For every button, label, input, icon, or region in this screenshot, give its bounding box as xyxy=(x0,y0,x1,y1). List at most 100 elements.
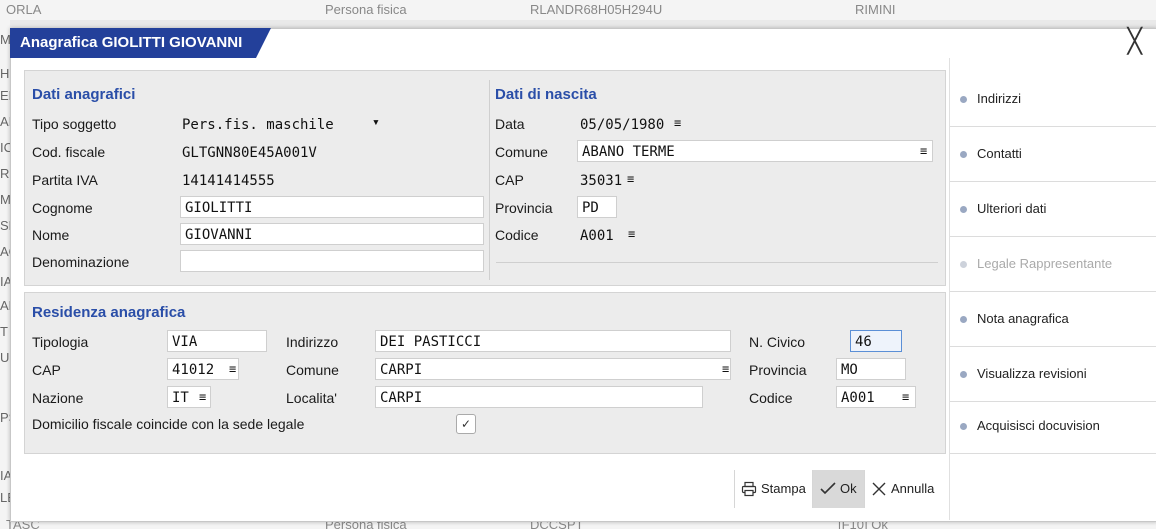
partita-iva-field[interactable]: 14141414555 xyxy=(177,169,327,191)
denominazione-label: Denominazione xyxy=(32,254,130,270)
side-menu-label: Ulteriori dati xyxy=(977,201,1047,216)
tipologia-field[interactable]: VIA xyxy=(167,330,267,352)
indirizzo-field[interactable]: DEI PASTICCI xyxy=(375,330,731,352)
nascita-codice-field[interactable]: A001 xyxy=(575,224,627,246)
cod-fiscale-field[interactable]: GLTGNN80E45A001V xyxy=(177,141,377,163)
nome-field[interactable]: GIOVANNI xyxy=(180,223,484,245)
stampa-label: Stampa xyxy=(761,481,806,496)
side-menu-label: Acquisisci docuvision xyxy=(977,418,1100,433)
domicilio-fiscale-label: Domicilio fiscale coincide con la sede l… xyxy=(32,416,305,432)
bullet-icon xyxy=(960,261,967,269)
localita-field[interactable]: CARPI xyxy=(375,386,703,408)
dialog-title: Anagrafica GIOLITTI GIOVANNI xyxy=(10,28,272,58)
background-left-column: M HI EN AI IC RE M SE AC IA AR T U PS IA… xyxy=(0,20,18,520)
lookup-icon[interactable]: ≡ xyxy=(920,144,927,158)
tipologia-label: Tipologia xyxy=(32,334,89,350)
bg-cell: RIMINI xyxy=(855,2,896,17)
bg-cell: RLANDR68H05H294U xyxy=(530,2,663,17)
nazione-label: Nazione xyxy=(32,390,84,406)
chevron-down-icon[interactable]: ▾ xyxy=(372,115,380,130)
tipo-soggetto-label: Tipo soggetto xyxy=(32,116,117,132)
lookup-icon[interactable]: ≡ xyxy=(627,172,634,186)
close-icon[interactable]: ╳ xyxy=(1128,30,1142,54)
residenza-codice-label: Codice xyxy=(749,390,793,406)
civico-label: N. Civico xyxy=(749,334,806,350)
bg-letter: U xyxy=(0,350,10,365)
section-title-dati-anagrafici: Dati anagrafici xyxy=(32,86,136,103)
lookup-icon[interactable]: ≡ xyxy=(628,227,635,241)
panel-divider xyxy=(489,80,490,280)
printer-icon xyxy=(741,481,757,497)
close-icon xyxy=(871,481,887,497)
lookup-icon[interactable]: ≡ xyxy=(229,362,236,376)
stampa-button[interactable]: Stampa xyxy=(734,470,812,508)
side-menu-divider xyxy=(949,58,950,520)
residenza-cap-label: CAP xyxy=(32,362,61,378)
bg-cell: Persona fisica xyxy=(325,2,407,17)
lookup-icon[interactable]: ≡ xyxy=(722,362,729,376)
side-menu-ulteriori-dati[interactable]: Ulteriori dati xyxy=(960,201,1046,216)
bullet-icon xyxy=(960,371,967,379)
nascita-data-field[interactable]: 05/05/1980 xyxy=(575,113,675,135)
annulla-label: Annulla xyxy=(891,481,935,496)
residenza-comune-field[interactable]: CARPI xyxy=(375,358,731,380)
localita-label: Localita' xyxy=(286,390,337,406)
side-menu-label: Nota anagrafica xyxy=(977,311,1069,326)
side-menu-separator xyxy=(950,346,1156,347)
bg-cell: ORLA xyxy=(6,2,42,17)
bullet-icon xyxy=(960,316,967,324)
bullet-icon xyxy=(960,423,967,431)
residenza-provincia-label: Provincia xyxy=(749,362,807,378)
residenza-provincia-field[interactable]: MO xyxy=(836,358,906,380)
side-menu-label: Visualizza revisioni xyxy=(977,366,1087,381)
side-menu-separator xyxy=(950,401,1156,402)
cognome-label: Cognome xyxy=(32,200,93,216)
tipo-soggetto-select[interactable]: Pers.fis. maschile xyxy=(177,113,387,135)
nascita-divider xyxy=(496,262,938,263)
residenza-comune-label: Comune xyxy=(286,362,339,378)
nascita-data-label: Data xyxy=(495,116,525,132)
side-menu-separator xyxy=(950,291,1156,292)
nascita-comune-label: Comune xyxy=(495,144,548,160)
lookup-icon[interactable]: ≡ xyxy=(199,390,206,404)
bullet-icon xyxy=(960,151,967,159)
cod-fiscale-label: Cod. fiscale xyxy=(32,144,106,160)
side-menu-contatti[interactable]: Contatti xyxy=(960,146,1022,161)
checkmark-icon xyxy=(819,480,837,498)
nascita-cap-label: CAP xyxy=(495,172,524,188)
side-menu-nota-anagrafica[interactable]: Nota anagrafica xyxy=(960,311,1069,326)
side-menu-separator xyxy=(950,126,1156,127)
side-menu-acquisisci-docuvision[interactable]: Acquisisci docuvision xyxy=(960,418,1100,433)
ok-label: Ok xyxy=(840,481,857,496)
calendar-icon[interactable]: ≡ xyxy=(674,116,681,130)
section-title-residenza: Residenza anagrafica xyxy=(32,304,186,321)
side-menu-label: Indirizzi xyxy=(977,91,1022,106)
background-row-top: ORLA Persona fisica RLANDR68H05H294U RIM… xyxy=(0,0,1156,20)
denominazione-field[interactable] xyxy=(180,250,484,272)
nascita-cap-field[interactable]: 35031 xyxy=(575,169,631,191)
section-title-dati-nascita: Dati di nascita xyxy=(495,86,597,103)
panel-dati-anagrafici xyxy=(24,70,946,286)
side-menu-separator xyxy=(950,236,1156,237)
side-menu-separator xyxy=(950,453,1156,454)
side-menu-legale-rappresentante: Legale Rappresentante xyxy=(960,256,1112,271)
civico-field[interactable]: 46 xyxy=(850,330,902,352)
nascita-comune-field[interactable]: ABANO TERME xyxy=(577,140,933,162)
side-menu-label: Legale Rappresentante xyxy=(977,256,1113,271)
nascita-provincia-field[interactable]: PD xyxy=(577,196,617,218)
tipo-soggetto-value: Pers.fis. maschile xyxy=(182,117,334,133)
nascita-codice-label: Codice xyxy=(495,227,539,243)
side-menu-label: Contatti xyxy=(977,146,1022,161)
domicilio-fiscale-checkbox[interactable]: ✓ xyxy=(456,414,476,434)
side-menu-indirizzi[interactable]: Indirizzi xyxy=(960,91,1021,106)
lookup-icon[interactable]: ≡ xyxy=(902,390,909,404)
ok-button[interactable]: Ok xyxy=(812,470,864,508)
bullet-icon xyxy=(960,96,967,104)
side-menu-visualizza-revisioni[interactable]: Visualizza revisioni xyxy=(960,366,1087,381)
nascita-provincia-label: Provincia xyxy=(495,200,553,216)
annulla-button[interactable]: Annulla xyxy=(864,470,950,508)
indirizzo-label: Indirizzo xyxy=(286,334,339,350)
bg-letter: T xyxy=(0,324,8,339)
side-menu-separator xyxy=(950,181,1156,182)
cognome-field[interactable]: GIOLITTI xyxy=(180,196,484,218)
